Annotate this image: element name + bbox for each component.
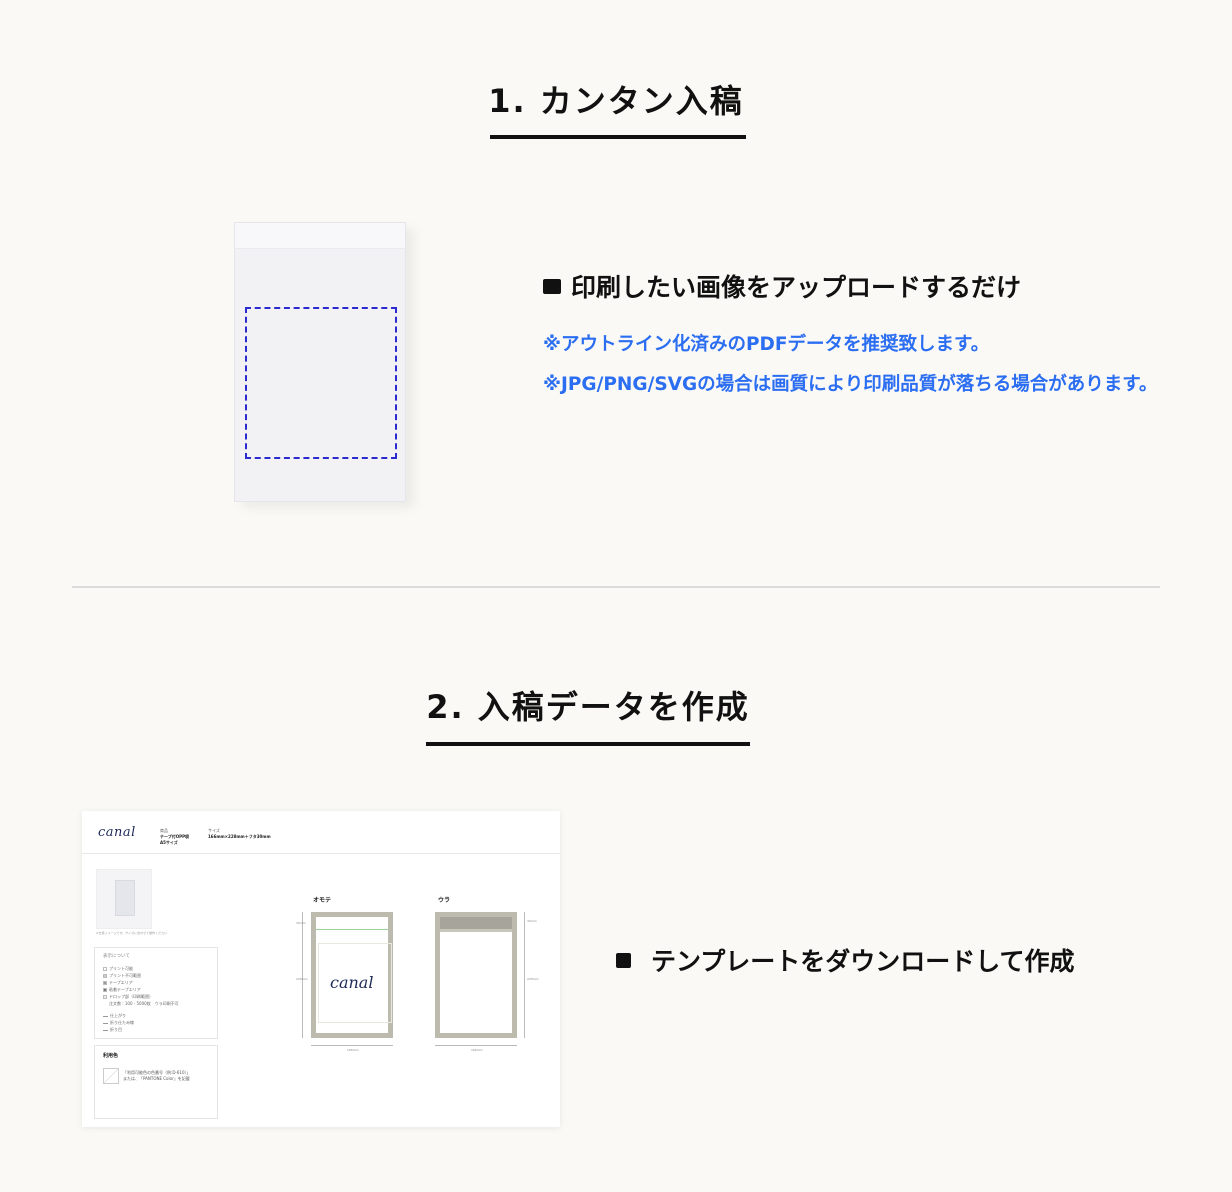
legend-item-text: 仕上がり [110,1013,126,1018]
back-label: ウラ [438,897,451,904]
legend-swatch [103,974,107,978]
bullet-square-icon [616,952,631,968]
section2-heading-text: テンプレートをダウンロードして作成 [651,947,1075,976]
legend-item-text: 粘着テープエリア [109,987,141,992]
bag-print-area [245,307,397,459]
legend-swatch [103,1029,108,1031]
legend-item-text: テープエリア [109,980,133,985]
front-face: canal [311,912,393,1038]
legend-swatch [103,988,107,992]
template-thumb-caption: ※仕様イメージです。サイズに合わせて制作ください [96,931,168,935]
template-header: canal 商品 テープ付OPP袋 A5サイズ サイズ 166mm×228mm＋… [82,811,560,854]
section1-title-text: 1. カンタン入稿 [488,82,744,120]
legend-swatch [103,967,107,971]
legend-item-text: プリント可能 [109,966,133,971]
front-face-logo: canal [330,973,374,992]
section1-title-underline [490,135,746,139]
template-color-note-1: 「利用可能色の色番号（例:D-610）」 [123,1070,191,1075]
front-flap-text: 30mm [296,921,306,925]
section2-title-text: 2. 入稿データを作成 [426,688,750,726]
legend-item-text: 折り仕たみ線 [110,1020,134,1025]
template-color-note-2: または、「PANTONE Color」を記載 [123,1076,190,1081]
template-product-name: テープ付OPP袋 [160,834,190,839]
section-divider [72,586,1160,588]
section1-note-2: ※JPG/PNG/SVGの場合は画質により印刷品質が落ちる場合があります。 [543,374,1158,395]
front-height-dim [302,912,303,1038]
section1-note-1: ※アウトライン化済みのPDFデータを推奨致します。 [543,334,990,355]
template-product-label: 商品 [160,828,168,833]
legend-swatch [103,995,107,999]
template-thumbnail-bag [115,880,135,916]
bag-illustration [234,222,406,502]
back-width-text: 166mm [471,1048,483,1052]
legend-item: プリント不可範囲 [103,973,141,979]
front-width-text: 166mm [347,1048,359,1052]
legend-swatch [103,981,107,985]
legend-item: 折り目 [103,1027,122,1033]
legend-item: プリント可能 [103,966,133,972]
template-color-title: 利用色 [103,1053,119,1059]
bag-flap [235,223,405,249]
legend-swatch [103,1015,108,1017]
template-size-value: 166mm×228mm＋フタ30mm [208,834,271,839]
back-face-adhesive-area [440,929,512,932]
front-height-text: 228mm [296,977,308,981]
legend-item-text: ドロップ部（印刷範囲） [109,994,153,999]
section2-title: 2. 入稿データを作成 [0,682,1204,728]
back-width-dim [435,1045,517,1046]
back-flap-text: 30mm [527,919,537,923]
legend-item: 折り仕たみ線 [103,1020,134,1026]
front-width-dim [311,1045,393,1046]
section2-title-underline [426,742,750,746]
legend-item: 仕上がり [103,1013,126,1019]
section1-title: 1. カンタン入稿 [0,76,1232,122]
legend-item-text: 注文数 : 100 - 5000枚 ウラ印刷不可 [109,1001,179,1006]
template-size-label: サイズ [208,828,220,833]
legend-item: 注文数 : 100 - 5000枚 ウラ印刷不可 [109,1001,179,1007]
template-legend-title: 表示について [103,954,130,959]
legend-swatch [103,1022,108,1024]
section1-heading: 印刷したい画像をアップロードするだけ [543,268,1021,304]
template-legend-box: 表示について プリント可能 プリント不可範囲 テープエリア 粘着テープエリア ド… [94,947,218,1039]
template-thumbnail [96,869,152,929]
section1-heading-text: 印刷したい画像をアップロードするだけ [571,273,1022,302]
color-swatch-box [103,1068,119,1084]
legend-item: 粘着テープエリア [103,987,141,993]
legend-item: ドロップ部（印刷範囲） [103,994,153,1000]
template-color-box: 利用色 「利用可能色の色番号（例:D-610）」 または、「PANTONE Co… [94,1045,218,1119]
template-preview: canal 商品 テープ付OPP袋 A5サイズ サイズ 166mm×228mm＋… [82,811,560,1127]
section2-heading: テンプレートをダウンロードして作成 [616,942,1075,978]
legend-item-text: 折り目 [110,1027,122,1032]
bullet-square-icon [543,278,561,294]
back-height-dim [524,912,525,1038]
template-product-size-name: A5サイズ [160,840,178,845]
back-height-text: 228mm [527,977,539,981]
front-label: オモテ [313,897,332,904]
template-logo: canal [98,825,136,840]
legend-item-text: プリント不可範囲 [109,973,141,978]
front-face-tape-line [316,929,388,930]
back-face [435,912,517,1038]
back-face-tape-area [440,917,512,929]
legend-item: テープエリア [103,980,133,986]
